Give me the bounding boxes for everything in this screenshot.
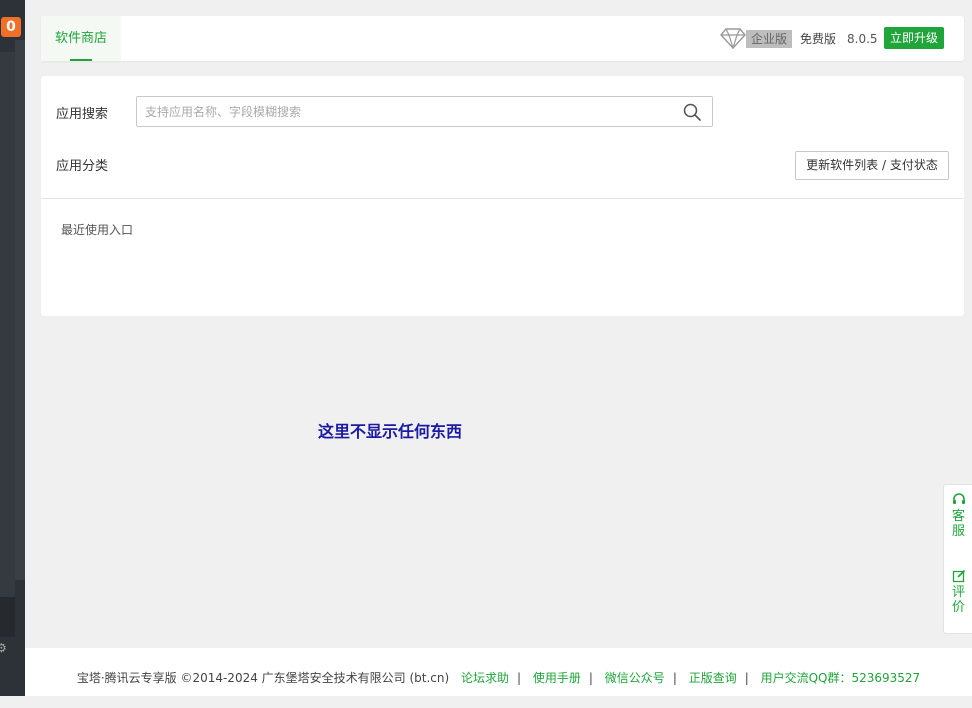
recent-entries-label: 最近使用入口: [61, 223, 134, 237]
enterprise-edition-badge[interactable]: 企业版: [746, 30, 792, 48]
version-number: 8.0.5: [847, 32, 878, 46]
footer-link-manual[interactable]: 使用手册: [533, 671, 581, 685]
sidebar-menu-area: [0, 52, 15, 597]
store-header: 软件商店 企业版 免费版 8.0.5 立即升级: [41, 16, 964, 61]
empty-message: 这里不显示任何东西: [318, 422, 463, 441]
sidebar-scrollbar[interactable]: [15, 40, 25, 580]
footer-separator: |: [744, 671, 749, 685]
footer-link-forum[interactable]: 论坛求助: [461, 671, 509, 685]
left-sidebar: 0 ⚙: [0, 0, 25, 696]
sidebar-selected-item[interactable]: [0, 597, 15, 637]
customer-service-label: 客服: [951, 509, 965, 539]
divider: [41, 198, 964, 199]
search-icon[interactable]: [682, 102, 702, 122]
upgrade-button[interactable]: 立即升级: [884, 27, 944, 49]
tab-software-store-label: 软件商店: [54, 31, 107, 46]
footer-separator: |: [588, 671, 593, 685]
footer-link-wechat[interactable]: 微信公众号: [605, 671, 665, 685]
floating-side-panel: 客服 评价: [943, 484, 972, 634]
customer-service-button[interactable]: 客服: [944, 493, 972, 539]
review-label: 评价: [951, 585, 965, 615]
tab-software-store[interactable]: 软件商店: [41, 16, 121, 61]
refresh-software-list-button[interactable]: 更新软件列表 / 支付状态: [795, 151, 949, 180]
footer-separator: |: [672, 671, 677, 685]
search-input[interactable]: [137, 97, 683, 126]
active-tab-indicator: [70, 59, 92, 61]
notification-badge[interactable]: 0: [1, 17, 21, 37]
category-label: 应用分类: [56, 159, 109, 174]
review-button[interactable]: 评价: [944, 569, 972, 615]
copyright-text: 宝塔·腾讯云专享版 ©2014-2024 广东堡塔安全技术有限公司 (bt.cn…: [76, 671, 450, 685]
footer-link-license[interactable]: 正版查询: [689, 671, 737, 685]
diamond-icon: [720, 28, 746, 49]
edit-icon: [952, 569, 965, 583]
footer-link-qq-group[interactable]: 用户交流QQ群：523693527: [761, 671, 921, 685]
store-main-panel: 应用搜索 应用分类 更新软件列表 / 支付状态 最近使用入口: [41, 76, 964, 316]
search-box: [136, 96, 713, 127]
headset-icon: [952, 493, 965, 504]
free-edition-label: 免费版: [800, 32, 837, 46]
footer-separator: |: [517, 671, 522, 685]
footer: 宝塔·腾讯云专享版 ©2014-2024 广东堡塔安全技术有限公司 (bt.cn…: [25, 648, 972, 696]
search-label: 应用搜索: [56, 107, 109, 122]
gear-icon[interactable]: ⚙: [0, 641, 7, 655]
